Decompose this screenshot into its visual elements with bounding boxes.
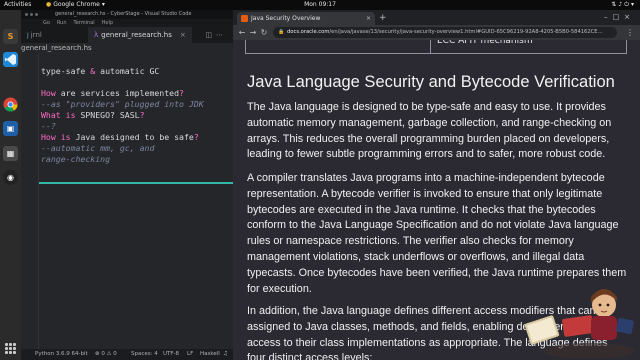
language-mode[interactable]: Haskell xyxy=(200,349,220,360)
breadcrumb[interactable]: general_research.hs xyxy=(21,43,233,54)
code-editor[interactable]: type-safe & automatic GC How are service… xyxy=(21,54,233,349)
tab-jrnl[interactable]: Jjrnl xyxy=(27,27,42,43)
reload-icon[interactable]: ↻ xyxy=(258,26,270,39)
status-bar: Python 3.6.9 64-bit ⊗ 0 ⚠ 0 Spaces: 4 UT… xyxy=(21,349,233,360)
algorithm-table: ECC AFIT mechanism xyxy=(245,40,627,54)
chrome-icon[interactable] xyxy=(3,97,18,112)
clock[interactable]: Mon 09:17 xyxy=(296,0,344,10)
cursor-line-highlight xyxy=(39,182,233,184)
code-line-6: How is Java designed to be safe? xyxy=(41,132,199,142)
editor-actions: ◫⋯ xyxy=(205,27,227,43)
close-icon[interactable]: × xyxy=(624,13,635,21)
code-line-4: What is SPNEGO? SASL? xyxy=(41,110,145,120)
browser-tab[interactable]: Java Security Overview × xyxy=(237,12,375,25)
vscode-titlebar: general_research.hs - CyberStage - Visua… xyxy=(21,10,233,19)
obs-icon[interactable]: ◉ xyxy=(3,170,18,185)
eol-status[interactable]: LF xyxy=(187,349,193,360)
maximize-icon[interactable]: □ xyxy=(613,13,625,21)
reading-person-sticker xyxy=(524,289,635,358)
close-icon[interactable]: × xyxy=(180,31,186,39)
chrome-small-icon: ● xyxy=(46,1,52,8)
code-line-7: --automatic mm, gc, and xyxy=(41,143,155,153)
menu-go[interactable]: Go xyxy=(43,19,50,27)
dock: S ▣ ▦ ◉ xyxy=(0,10,21,360)
sublime-text-icon[interactable]: S xyxy=(3,29,18,44)
address-bar[interactable]: 🔒 docs.oracle.com/en/java/javase/13/secur… xyxy=(273,27,617,38)
calculator-icon[interactable]: ▦ xyxy=(3,146,18,161)
kebab-menu-icon[interactable]: ⋮ xyxy=(626,26,634,39)
tab-label: general_research.hs xyxy=(101,31,172,39)
system-tray[interactable]: ⇅♪⏻▾ xyxy=(611,0,636,10)
paragraph-bytecode-verifier: A compiler translates Java programs into… xyxy=(247,172,627,295)
menu-terminal[interactable]: Terminal xyxy=(74,19,95,27)
code-line-2: How are services implemented? xyxy=(41,88,184,98)
more-actions-icon[interactable]: ⋯ xyxy=(216,31,227,39)
page-heading: Java Language Security and Bytecode Veri… xyxy=(247,73,615,91)
indentation-status[interactable]: Spaces: 4 xyxy=(131,349,158,360)
window-controls[interactable]: –□× xyxy=(604,11,635,24)
app-menu[interactable]: ● Google Chrome ▾ xyxy=(46,0,105,10)
window-title: general_research.hs - CyberStage - Visua… xyxy=(55,11,192,17)
table-cell: ECC AFIT mechanism xyxy=(430,40,628,54)
url-host: docs.oracle.com xyxy=(287,29,330,35)
editor-tabs: Jjrnl λ general_research.hs × ◫⋯ xyxy=(21,27,233,43)
tab-label: jrnl xyxy=(30,31,42,39)
window-controls[interactable] xyxy=(25,13,38,16)
tab-general-research[interactable]: λ general_research.hs × xyxy=(88,27,192,43)
indent-guide xyxy=(38,54,39,349)
chevron-down-icon: ▾ xyxy=(630,1,636,8)
new-tab-icon[interactable]: + xyxy=(379,12,387,25)
split-editor-icon[interactable]: ◫ xyxy=(205,31,216,39)
lock-icon: 🔒 xyxy=(278,29,285,35)
url-path: /en/java/javase/13/security/java-securit… xyxy=(329,29,603,35)
file-type-icon: J xyxy=(27,32,29,39)
haskell-icon: λ xyxy=(94,31,99,39)
chrome-tab-bar: Java Security Overview × + –□× xyxy=(233,10,640,25)
minimize-icon[interactable]: – xyxy=(604,13,613,21)
oracle-favicon-icon xyxy=(241,15,248,22)
chevron-down-icon: ▾ xyxy=(101,1,105,8)
encoding-status[interactable]: UTF-8 xyxy=(163,349,179,360)
app-name: Google Chrome xyxy=(53,1,100,8)
problems-indicator[interactable]: ⊗ 0 ⚠ 0 xyxy=(95,349,117,360)
vscode-icon[interactable] xyxy=(3,52,18,67)
menu-help[interactable]: Help xyxy=(102,19,113,27)
code-line-5: --? xyxy=(41,121,56,131)
bell-icon[interactable]: ♫ xyxy=(223,349,228,360)
code-line-8: range-checking xyxy=(41,154,111,164)
activities-button[interactable]: Activities xyxy=(4,0,31,10)
menu-run[interactable]: Run xyxy=(57,19,67,27)
virtualbox-icon[interactable]: ▣ xyxy=(3,121,18,136)
browser-tab-title: Java Security Overview xyxy=(251,15,321,22)
code-line-1: type-safe & automatic GC xyxy=(41,66,160,76)
power-icon: ⏻ xyxy=(624,1,631,8)
close-tab-icon[interactable]: × xyxy=(366,12,371,25)
python-interpreter[interactable]: Python 3.6.9 64-bit xyxy=(35,349,88,360)
top-bar: Activities ● Google Chrome ▾ Mon 09:17 ⇅… xyxy=(0,0,640,10)
code-line-3: --as "providers" plugged into JDK xyxy=(41,99,204,109)
vscode-menubar: Go Run Terminal Help xyxy=(21,19,233,27)
chrome-toolbar: ← → ↻ 🔒 docs.oracle.com/en/java/javase/13… xyxy=(233,25,640,40)
paragraph-type-safety: The Java language is designed to be type… xyxy=(247,101,612,161)
app-grid-icon[interactable] xyxy=(5,343,16,354)
